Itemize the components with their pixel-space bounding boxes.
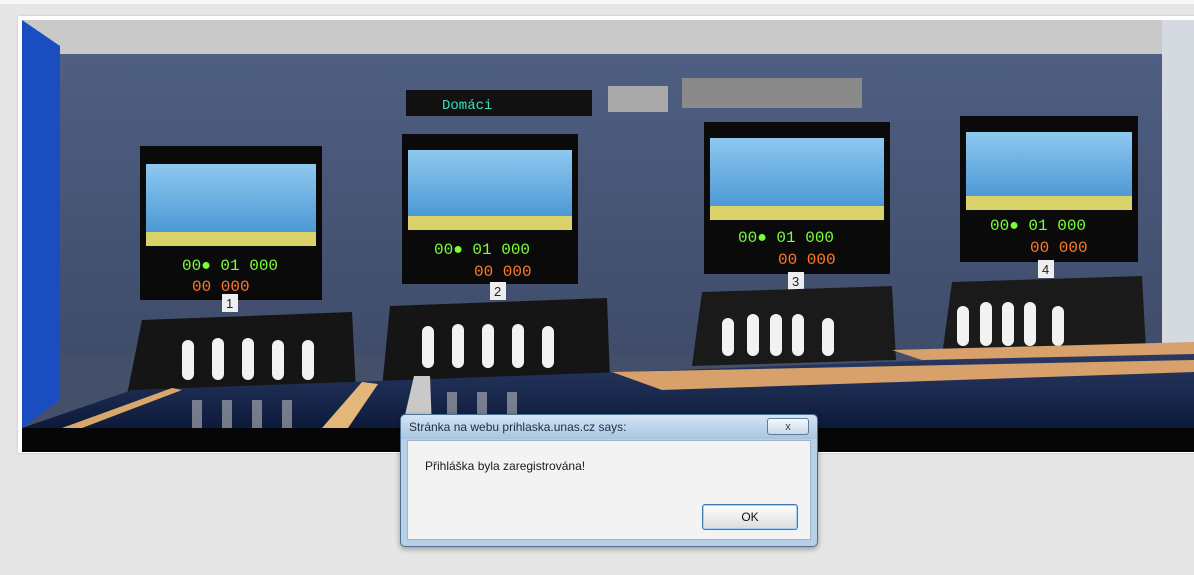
dialog-title: Stránka na webu prihlaska.unas.cz says: (409, 420, 627, 434)
svg-text:00● 01 000: 00● 01 000 (990, 217, 1086, 235)
svg-text:00● 01 000: 00● 01 000 (182, 257, 278, 275)
svg-text:00● 01 000: 00● 01 000 (434, 241, 530, 259)
dialog-message: Přihláška byla zaregistrována! (425, 459, 586, 473)
svg-text:00● 01 000: 00● 01 000 (738, 229, 834, 247)
lane-number-3: 3 (792, 274, 799, 289)
scoreboard-2: 00● 01 000 00 000 (402, 134, 578, 284)
svg-text:00 000: 00 000 (1030, 239, 1088, 257)
scoreboard-3: 00● 01 000 00 000 (704, 122, 890, 274)
dialog-body: Přihláška byla zaregistrována! OK (407, 440, 811, 540)
dialog-titlebar[interactable]: Stránka na webu prihlaska.unas.cz says: … (401, 415, 817, 439)
scoreboard-1: 00● 01 000 00 000 (140, 146, 322, 300)
lane-number-1: 1 (226, 296, 233, 311)
close-button[interactable]: x (767, 418, 809, 435)
bowling-scene: Domáci 00● 01 000 00 000 00● 01 000 00 0… (22, 20, 1194, 428)
svg-text:00 000: 00 000 (192, 278, 250, 296)
lane-number-2: 2 (494, 284, 501, 299)
page-top-border (0, 0, 1194, 4)
scoreboard-4: 00● 01 000 00 000 (960, 116, 1138, 262)
svg-text:00 000: 00 000 (474, 263, 532, 281)
alert-dialog: Stránka na webu prihlaska.unas.cz says: … (400, 414, 818, 547)
bowling-alley-photo: Domáci 00● 01 000 00 000 00● 01 000 00 0… (22, 20, 1194, 428)
top-display-text: Domáci (442, 98, 492, 114)
lane-number-4: 4 (1042, 262, 1049, 277)
svg-text:00 000: 00 000 (778, 251, 836, 269)
ok-button[interactable]: OK (702, 504, 798, 530)
